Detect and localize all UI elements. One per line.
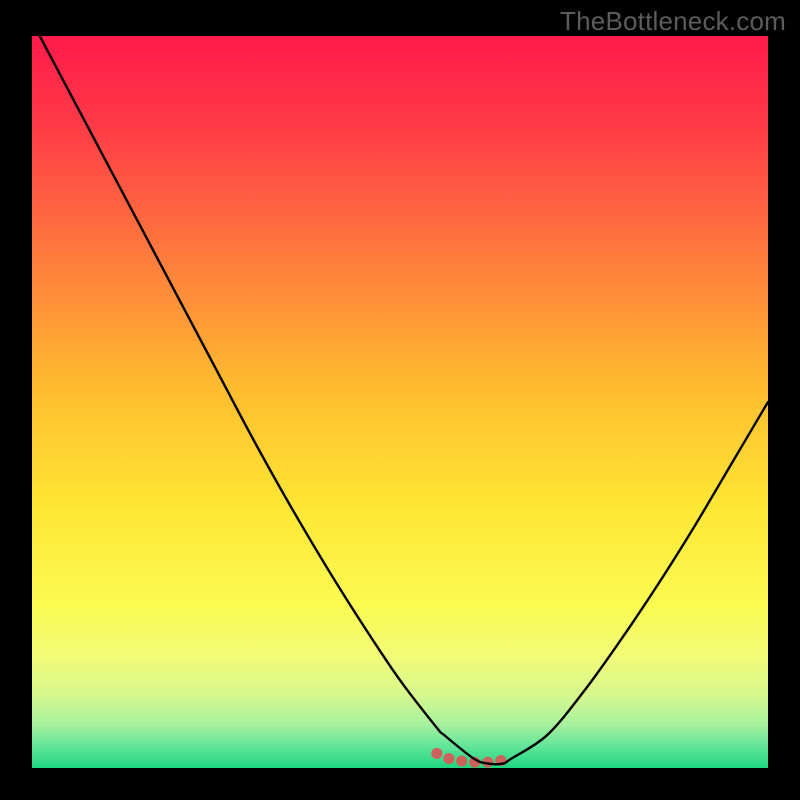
- plot-svg: [32, 36, 768, 768]
- plot-area: [32, 36, 768, 768]
- watermark-text: TheBottleneck.com: [560, 6, 786, 37]
- chart-frame: TheBottleneck.com: [0, 0, 800, 800]
- plot-background: [32, 36, 768, 768]
